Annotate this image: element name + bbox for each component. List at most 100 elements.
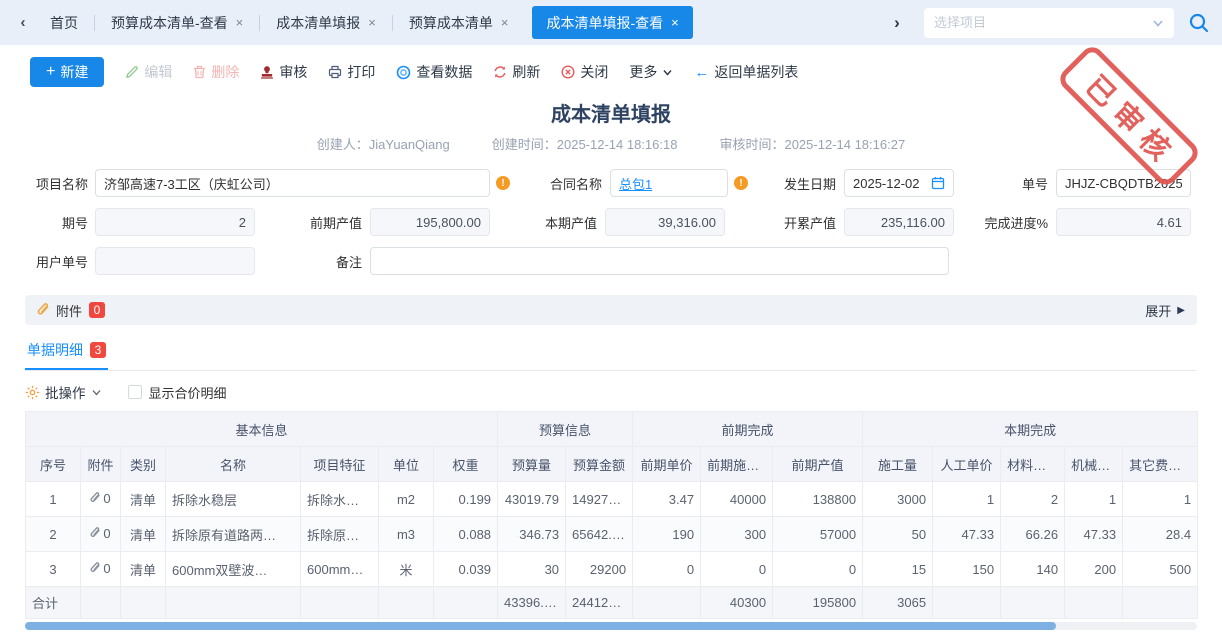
project-name-label: 项目名称 bbox=[26, 174, 88, 193]
batch-operation-button[interactable]: 批操作 bbox=[25, 382, 102, 402]
checkbox-icon[interactable] bbox=[128, 385, 142, 399]
doc-no-label: 单号 bbox=[994, 174, 1048, 193]
user-doc-no-label: 用户单号 bbox=[26, 252, 88, 271]
project-select[interactable] bbox=[924, 8, 1174, 38]
audit-button[interactable]: 审核 bbox=[260, 62, 307, 82]
period-no-field[interactable] bbox=[95, 208, 255, 236]
tab-budget-cost-view[interactable]: 预算成本清单-查看× bbox=[95, 0, 259, 45]
close-circle-icon bbox=[561, 65, 575, 79]
chevron-left-icon[interactable]: ‹ bbox=[12, 14, 34, 31]
paperclip-icon bbox=[90, 562, 101, 575]
progress-field[interactable] bbox=[1056, 208, 1191, 236]
expand-button[interactable]: 展开 ▶ bbox=[1145, 301, 1185, 320]
col-other-price: 其它费单价 bbox=[1123, 447, 1198, 482]
col-unit: 单位 bbox=[379, 447, 434, 482]
paperclip-icon bbox=[90, 527, 101, 540]
print-button[interactable]: 打印 bbox=[328, 62, 375, 82]
edit-button[interactable]: 编辑 bbox=[125, 62, 172, 82]
arrow-left-icon: ← bbox=[694, 64, 709, 81]
toolbar: + 新建 编辑 删除 审核 打印 bbox=[0, 45, 1222, 96]
accum-output-field[interactable] bbox=[844, 208, 954, 236]
triangle-right-icon: ▶ bbox=[1177, 305, 1185, 316]
prev-output-field[interactable] bbox=[370, 208, 490, 236]
info-icon[interactable]: ! bbox=[496, 176, 510, 190]
table-row[interactable]: 3 0 清单 600mm双壁波… 600mm… 米 0.039 30 29200… bbox=[26, 552, 1198, 587]
attachment-bar[interactable]: 附件 0 展开 ▶ bbox=[25, 295, 1197, 325]
refresh-button[interactable]: 刷新 bbox=[493, 62, 540, 82]
tab-cost-list-fill-view-active[interactable]: 成本清单填报-查看× bbox=[532, 6, 692, 39]
project-name-field[interactable] bbox=[95, 169, 490, 197]
doc-form: 项目名称 ! 合同名称 总包1 ! 发生日期 单号 期号 前期产值 本期产值 开… bbox=[0, 169, 1222, 275]
gear-icon bbox=[25, 385, 40, 400]
pencil-icon bbox=[125, 65, 139, 79]
chevron-right-icon[interactable]: › bbox=[886, 13, 908, 33]
attachment-label: 附件 bbox=[56, 301, 82, 320]
new-button[interactable]: + 新建 bbox=[30, 57, 104, 87]
remark-field[interactable] bbox=[370, 247, 949, 275]
remark-label: 备注 bbox=[300, 252, 362, 271]
search-icon[interactable] bbox=[1188, 12, 1210, 34]
horizontal-scrollbar[interactable] bbox=[25, 622, 1197, 630]
group-header-row: 基本信息 预算信息 前期完成 本期完成 bbox=[26, 412, 1198, 447]
tab-budget-cost[interactable]: 预算成本清单× bbox=[393, 0, 525, 45]
col-weight: 权重 bbox=[434, 447, 498, 482]
close-icon[interactable]: × bbox=[236, 15, 244, 30]
tab-home[interactable]: 首页 bbox=[34, 0, 94, 45]
info-icon[interactable]: ! bbox=[734, 176, 748, 190]
close-icon[interactable]: × bbox=[671, 15, 679, 30]
tab-cost-list-fill[interactable]: 成本清单填报× bbox=[260, 0, 392, 45]
calendar-icon[interactable] bbox=[931, 176, 945, 190]
creator-text: 创建人：JiaYuanQiang bbox=[317, 134, 450, 153]
col-cur-qty: 施工量 bbox=[863, 447, 933, 482]
trash-icon bbox=[193, 65, 206, 79]
detail-tabs: 单据明细 3 bbox=[25, 340, 1197, 371]
col-feature: 项目特征 bbox=[301, 447, 379, 482]
chevron-down-icon bbox=[1152, 17, 1164, 29]
close-icon[interactable]: × bbox=[368, 15, 376, 30]
occur-date-label: 发生日期 bbox=[774, 174, 836, 193]
paperclip-icon bbox=[37, 303, 50, 318]
column-header-row: 序号 附件 类别 名称 项目特征 单位 权重 预算量 预算金额 前期单价 前期施… bbox=[26, 447, 1198, 482]
chevron-down-icon bbox=[662, 67, 673, 78]
back-to-list-button[interactable]: ← 返回单据列表 bbox=[694, 62, 798, 82]
doc-meta: 创建人：JiaYuanQiang 创建时间：2025-12-14 18:16:1… bbox=[0, 134, 1222, 153]
detail-count-badge: 3 bbox=[90, 342, 106, 358]
progress-label: 完成进度% bbox=[975, 213, 1048, 232]
prev-output-label: 前期产值 bbox=[300, 213, 362, 232]
col-name: 名称 bbox=[166, 447, 301, 482]
table-row[interactable]: 1 0 清单 拆除水稳层 拆除水… m2 0.199 43019.79 1492… bbox=[26, 482, 1198, 517]
user-doc-no-field[interactable] bbox=[95, 247, 255, 275]
current-output-field[interactable] bbox=[605, 208, 725, 236]
col-budget-qty: 预算量 bbox=[498, 447, 566, 482]
col-category: 类别 bbox=[121, 447, 166, 482]
contract-link[interactable]: 总包1 bbox=[619, 174, 652, 193]
view-data-button[interactable]: 查看数据 bbox=[396, 62, 472, 82]
total-row: 合计 43396.520 244121.590 40300 195800 306… bbox=[26, 587, 1198, 619]
project-select-input[interactable] bbox=[934, 15, 1152, 30]
group-basic-info: 基本信息 bbox=[26, 412, 498, 447]
occur-date-field[interactable] bbox=[844, 169, 954, 197]
tab-detail[interactable]: 单据明细 3 bbox=[25, 340, 108, 370]
show-subtotal-checkbox[interactable]: 显示合价明细 bbox=[128, 383, 227, 402]
contract-name-field[interactable]: 总包1 bbox=[610, 169, 728, 197]
batch-bar: 批操作 显示合价明细 bbox=[25, 382, 1197, 402]
attachment-count-badge: 0 bbox=[89, 302, 105, 318]
close-icon[interactable]: × bbox=[501, 15, 509, 30]
close-doc-button[interactable]: 关闭 bbox=[561, 62, 608, 82]
more-button[interactable]: 更多 bbox=[629, 62, 673, 82]
current-output-label: 本期产值 bbox=[535, 213, 597, 232]
detail-table: 基本信息 预算信息 前期完成 本期完成 序号 附件 类别 名称 项目特征 单位 … bbox=[25, 411, 1197, 619]
group-prev-done: 前期完成 bbox=[633, 412, 863, 447]
col-machine-price: 机械单价 bbox=[1065, 447, 1123, 482]
audit-time-text: 审核时间：2025-12-14 18:16:27 bbox=[719, 134, 905, 153]
delete-button[interactable]: 删除 bbox=[193, 62, 239, 82]
top-tab-bar: ‹ 首页 预算成本清单-查看× 成本清单填报× 预算成本清单× 成本清单填报-查… bbox=[0, 0, 1222, 45]
doc-no-field[interactable] bbox=[1056, 169, 1191, 197]
table-row[interactable]: 2 0 清单 拆除原有道路两… 拆除原… m3 0.088 346.73 656… bbox=[26, 517, 1198, 552]
col-prev-price: 前期单价 bbox=[633, 447, 701, 482]
page-title: 成本清单填报 bbox=[0, 98, 1222, 127]
refresh-icon bbox=[493, 65, 507, 79]
accum-output-label: 开累产值 bbox=[774, 213, 836, 232]
plus-icon: + bbox=[46, 63, 55, 81]
scrollbar-thumb[interactable] bbox=[25, 622, 1056, 630]
